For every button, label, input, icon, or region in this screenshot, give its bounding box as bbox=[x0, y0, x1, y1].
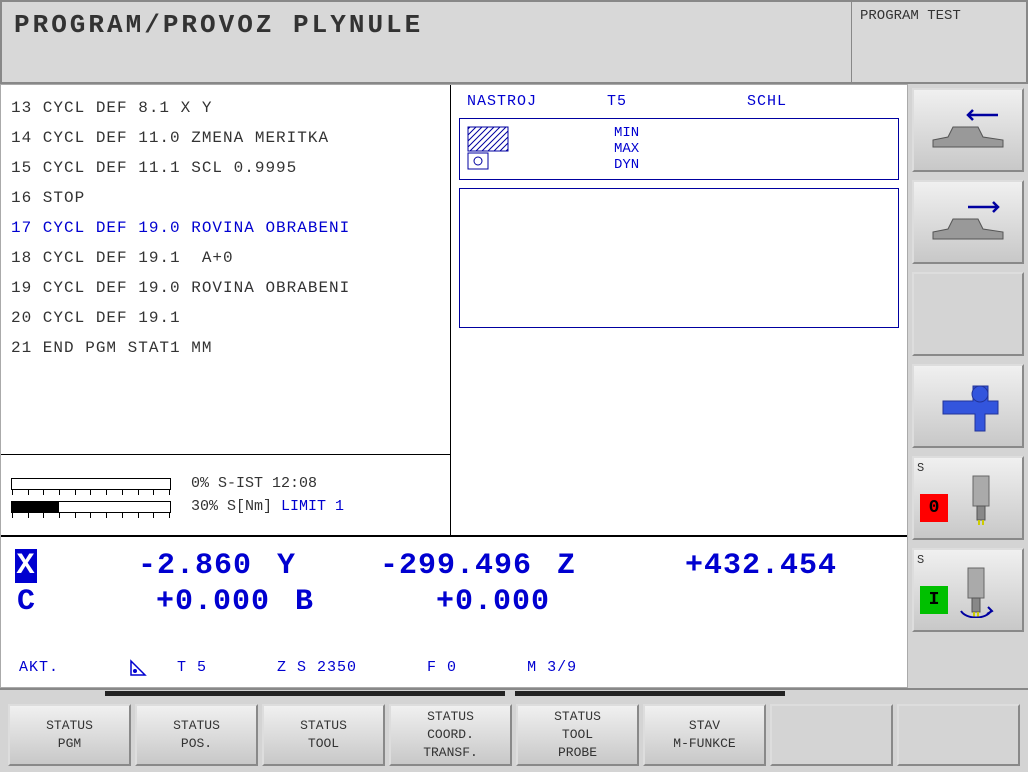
program-line[interactable]: 20 CYCL DEF 19.1 bbox=[11, 303, 440, 333]
program-line[interactable]: 19 CYCL DEF 19.0 ROVINA OBRABENI bbox=[11, 273, 440, 303]
softkey-coord[interactable]: STATUSCOORD.TRANSF. bbox=[389, 704, 512, 766]
tool-min: MIN bbox=[614, 125, 639, 141]
side-btn-coolant[interactable] bbox=[912, 364, 1024, 448]
side-btn-spindle-stop[interactable]: S 0 bbox=[912, 456, 1024, 540]
bar2-label: 30% S[Nm] LIMIT 1 bbox=[191, 498, 344, 515]
header-bar: PROGRAM/PROVOZ PLYNULE PROGRAM TEST bbox=[0, 0, 1028, 84]
axis-b: B bbox=[295, 585, 335, 619]
bar-s-ist bbox=[11, 478, 171, 490]
program-line[interactable]: 17 CYCL DEF 19.0 ROVINA OBRABENI bbox=[11, 213, 440, 243]
axis-y: Y bbox=[277, 549, 317, 583]
graphic-area bbox=[459, 188, 899, 328]
program-line[interactable]: 15 CYCL DEF 11.1 SCL 0.9995 bbox=[11, 153, 440, 183]
tool-icon bbox=[466, 125, 524, 173]
val-x: -2.860 bbox=[37, 549, 277, 583]
bar-snm bbox=[11, 501, 171, 513]
softkey-tool[interactable]: STATUSTOOLPROBE bbox=[516, 704, 639, 766]
program-line[interactable]: 16 STOP bbox=[11, 183, 440, 213]
tool-info-box: MIN MAX DYN bbox=[459, 118, 899, 180]
side-btn-feed-left[interactable] bbox=[912, 88, 1024, 172]
side-btn-spindle-start[interactable]: S I bbox=[912, 548, 1024, 632]
datum-icon bbox=[129, 659, 147, 677]
softkey-empty[interactable] bbox=[897, 704, 1020, 766]
val-z: +432.454 bbox=[597, 549, 837, 583]
val-c: +0.000 bbox=[55, 585, 295, 619]
side-btn-feed-right[interactable] bbox=[912, 180, 1024, 264]
sidebar: S 0 S I bbox=[908, 84, 1028, 688]
tool-dyn: DYN bbox=[614, 157, 639, 173]
softkey-bar: STATUSPGMSTATUSPOS.STATUSTOOLSTATUSCOORD… bbox=[0, 688, 1028, 772]
val-b: +0.000 bbox=[335, 585, 575, 619]
softkey-empty[interactable] bbox=[770, 704, 893, 766]
bar1-label: 0% S-IST 12:08 bbox=[191, 475, 317, 492]
program-line[interactable]: 14 CYCL DEF 11.0 ZMENA MERITKA bbox=[11, 123, 440, 153]
status-bars: 0% S-IST 12:08 30% S[Nm] LIMIT 1 bbox=[1, 454, 451, 535]
program-listing[interactable]: 13 CYCL DEF 8.1 X Y14 CYCL DEF 11.0 ZMEN… bbox=[1, 85, 451, 454]
softkey-tool[interactable]: STATUSTOOL bbox=[262, 704, 385, 766]
axis-z: Z bbox=[557, 549, 597, 583]
program-line[interactable]: 13 CYCL DEF 8.1 X Y bbox=[11, 93, 440, 123]
tool-header: NASTROJ T5 SCHL bbox=[459, 89, 899, 114]
page-title: PROGRAM/PROVOZ PLYNULE bbox=[2, 2, 851, 82]
tool-max: MAX bbox=[614, 141, 639, 157]
softkey-mfunkce[interactable]: STAVM-FUNKCE bbox=[643, 704, 766, 766]
softkey-pgm[interactable]: STATUSPGM bbox=[8, 704, 131, 766]
tool-panel: NASTROJ T5 SCHL bbox=[451, 85, 907, 454]
softkey-pos[interactable]: STATUSPOS. bbox=[135, 704, 258, 766]
status-line: AKT. T 5 Z S 2350 F 0 M 3/9 bbox=[15, 659, 893, 677]
program-line[interactable]: 18 CYCL DEF 19.1 A+0 bbox=[11, 243, 440, 273]
header-mode: PROGRAM TEST bbox=[851, 2, 1026, 82]
val-y: -299.496 bbox=[317, 549, 557, 583]
program-line[interactable]: 21 END PGM STAT1 MM bbox=[11, 333, 440, 363]
coordinate-display: X -2.860 Y -299.496 Z +432.454 C +0.000 … bbox=[1, 535, 907, 687]
side-btn-3[interactable] bbox=[912, 272, 1024, 356]
axis-c: C bbox=[15, 585, 55, 619]
axis-x: X bbox=[15, 549, 37, 583]
